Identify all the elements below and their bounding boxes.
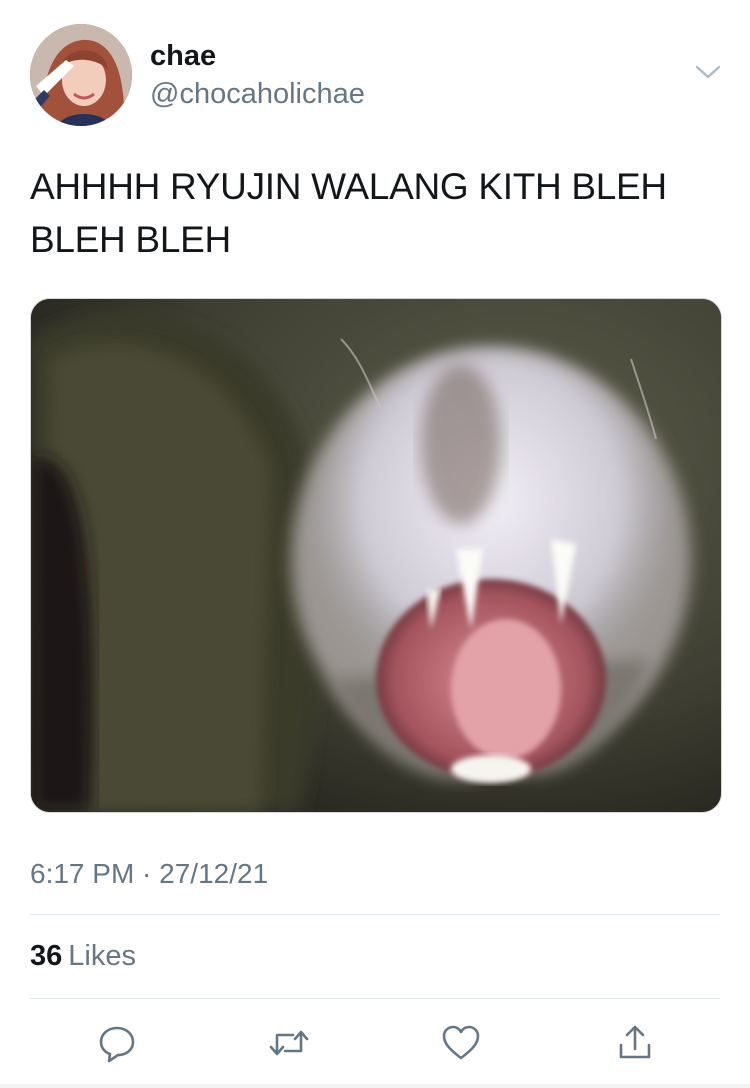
author-display-name[interactable]: chae [150,40,216,73]
share-button[interactable] [610,1018,660,1068]
divider [30,914,720,915]
avatar[interactable] [30,24,132,126]
likes-row[interactable]: 36 Likes [30,940,136,973]
reply-button[interactable] [92,1018,142,1068]
bottom-separator [0,1084,750,1088]
like-button[interactable] [436,1018,486,1068]
tweet-action-bar [0,1018,750,1068]
author-handle[interactable]: @chocaholichae [150,78,365,111]
tweet-timestamp[interactable]: 6:17 PM · 27/12/21 [30,858,268,890]
share-upload-icon [619,1025,651,1059]
retweet-arrows-icon [269,1030,309,1056]
retweet-button[interactable] [264,1018,314,1068]
heart-icon [442,1025,480,1060]
likes-count: 36 [30,940,63,972]
chevron-down-icon[interactable] [694,62,722,82]
divider [30,998,720,999]
likes-label: Likes [68,940,136,972]
tweet-text: AHHHH RYUJIN WALANG KITH BLEH BLEH BLEH [30,166,667,260]
tweet-media-photo[interactable] [30,298,722,813]
speech-bubble-icon [99,1026,135,1063]
